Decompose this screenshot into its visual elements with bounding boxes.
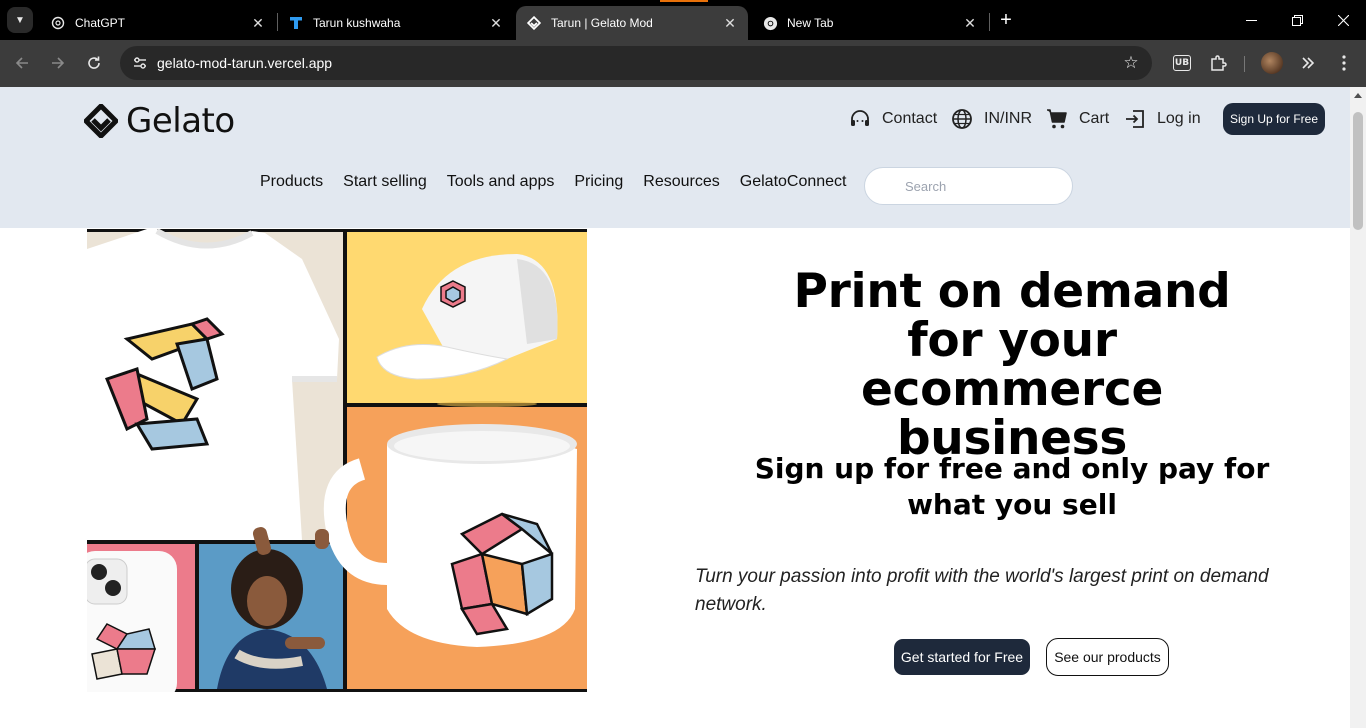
window-close-icon[interactable] <box>1320 0 1366 40</box>
ublock-extension-icon[interactable]: UB <box>1170 51 1194 75</box>
minimize-icon[interactable] <box>1228 0 1274 40</box>
tab-new-tab[interactable]: New Tab ✕ <box>752 6 988 40</box>
tab-tarun-kushwaha[interactable]: Tarun kushwaha ✕ <box>278 6 514 40</box>
login-label: Log in <box>1157 110 1201 127</box>
headset-icon <box>848 107 872 131</box>
browser-toolbar: gelato-mod-tarun.vercel.app ☆ UB <box>0 40 1366 87</box>
contact-link[interactable]: Contact <box>848 107 937 131</box>
tab-title: Tarun kushwaha <box>313 16 401 30</box>
profile-avatar[interactable] <box>1260 51 1284 75</box>
region-label: IN/INR <box>984 110 1032 127</box>
toolbar-divider <box>1244 56 1245 72</box>
gelato-logo[interactable]: Gelato <box>84 101 235 141</box>
get-started-button[interactable]: Get started for Free <box>894 639 1030 675</box>
extension-badge: UB <box>1173 55 1191 71</box>
kebab-menu-icon[interactable] <box>1332 51 1356 75</box>
url-text: gelato-mod-tarun.vercel.app <box>157 55 333 71</box>
close-icon[interactable]: ✕ <box>718 15 742 32</box>
cart-label: Cart <box>1079 110 1110 127</box>
tab-search-chevron-down-icon[interactable]: ▼ <box>7 7 33 33</box>
logo-text: Gelato <box>126 101 235 141</box>
t-logo-icon <box>288 15 304 31</box>
reload-icon[interactable] <box>81 50 107 76</box>
scroll-up-arrow-icon[interactable] <box>1354 93 1362 98</box>
gelato-favicon-icon <box>526 15 542 31</box>
main-navigation: Products Start selling Tools and apps Pr… <box>260 173 867 191</box>
scrollbar-thumb[interactable] <box>1353 112 1363 230</box>
tab-title: ChatGPT <box>75 16 126 30</box>
login-icon <box>1123 107 1147 131</box>
hero-title: Print on demand for your ecommerce busin… <box>793 264 1231 466</box>
search-box <box>864 167 1073 205</box>
close-icon[interactable]: ✕ <box>246 15 270 32</box>
phone-case-image <box>87 551 177 692</box>
hero-subtitle: Sign up for free and only pay for what y… <box>754 452 1270 521</box>
tab-divider <box>989 13 990 31</box>
address-bar[interactable]: gelato-mod-tarun.vercel.app ☆ <box>120 46 1152 80</box>
nav-gelatoconnect[interactable]: GelatoConnect <box>740 173 847 191</box>
tab-gelato-mod[interactable]: Tarun | Gelato Mod ✕ <box>516 6 748 40</box>
nav-tools-and-apps[interactable]: Tools and apps <box>447 173 555 191</box>
nav-pricing[interactable]: Pricing <box>574 173 623 191</box>
close-icon[interactable]: ✕ <box>484 15 508 32</box>
nav-resources[interactable]: Resources <box>643 173 719 191</box>
globe-icon <box>950 107 974 131</box>
cart-link[interactable]: Cart <box>1045 107 1109 131</box>
more-chevrons-icon[interactable] <box>1296 51 1320 75</box>
restore-icon[interactable] <box>1274 0 1320 40</box>
forward-arrow-icon[interactable] <box>45 50 71 76</box>
chatgpt-icon <box>50 15 66 31</box>
login-link[interactable]: Log in <box>1123 107 1201 131</box>
tab-title: Tarun | Gelato Mod <box>551 16 653 30</box>
see-products-button[interactable]: See our products <box>1046 638 1169 676</box>
site-settings-icon[interactable] <box>128 51 152 75</box>
search-input[interactable] <box>865 168 1072 204</box>
gelato-logo-icon <box>84 104 118 138</box>
back-arrow-icon[interactable] <box>9 50 35 76</box>
sign-up-button[interactable]: Sign Up for Free <box>1223 103 1325 135</box>
browser-tab-strip: ▼ ChatGPT ✕ Tarun kushwaha ✕ Tarun | Gel… <box>0 0 1366 40</box>
page-viewport: Gelato Contact IN/INR Cart Log in Sign U… <box>0 87 1366 728</box>
page-scrollbar[interactable] <box>1350 87 1366 728</box>
hero-description: Turn your passion into profit with the w… <box>695 566 1269 615</box>
contact-label: Contact <box>882 110 938 127</box>
hero-product-collage <box>87 229 587 692</box>
bookmark-star-icon[interactable]: ☆ <box>1120 52 1142 74</box>
tab-title: New Tab <box>787 16 834 30</box>
new-tab-plus-icon[interactable]: + <box>995 8 1017 32</box>
chrome-icon <box>762 15 778 31</box>
region-selector[interactable]: IN/INR <box>950 107 1032 131</box>
avatar <box>1261 52 1283 74</box>
site-header: Gelato Contact IN/INR Cart Log in Sign U… <box>0 87 1350 228</box>
nav-products[interactable]: Products <box>260 173 323 191</box>
extensions-puzzle-icon[interactable] <box>1206 51 1230 75</box>
close-icon[interactable]: ✕ <box>958 15 982 32</box>
cart-icon <box>1045 107 1069 131</box>
nav-start-selling[interactable]: Start selling <box>343 173 427 191</box>
tab-chatgpt[interactable]: ChatGPT ✕ <box>40 6 276 40</box>
tab-accent-strip <box>660 0 708 2</box>
